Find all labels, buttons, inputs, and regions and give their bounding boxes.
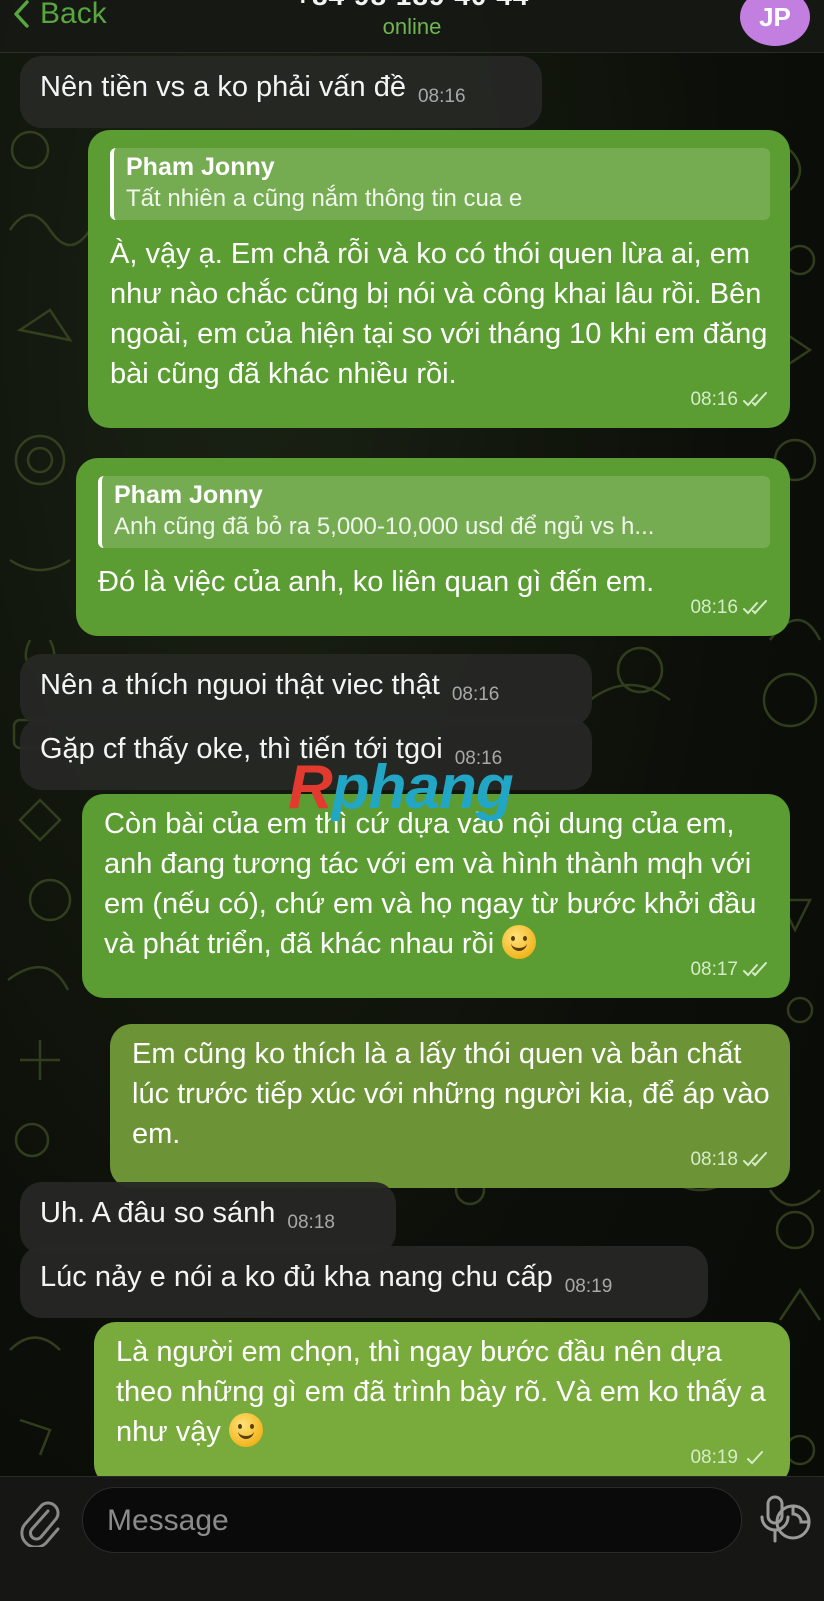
message-text: Đó là việc của anh, ko liên quan gì đến … — [98, 566, 655, 598]
contact-status: online — [382, 14, 442, 39]
message-time: 08:19 — [564, 1276, 613, 1297]
quote-author: Pham Jonny — [126, 153, 275, 181]
message-text: Nên a thích nguoi thật viec thật — [40, 669, 440, 701]
message-time: 08:18 — [287, 1212, 335, 1233]
paperclip-icon[interactable] — [18, 1497, 62, 1547]
message-meta: 08:18 — [690, 1140, 770, 1180]
message-text: À, vậy ạ. Em chả rỗi và ko có thói quen … — [110, 238, 768, 390]
microphone-icon[interactable] — [758, 1493, 792, 1545]
message-meta: 08:16 — [690, 588, 770, 628]
message-text: Em cũng ko thích là a lấy thói quen và b… — [132, 1038, 770, 1150]
message-text: Là người em chọn, thì ngay bước đầu nên … — [116, 1332, 770, 1452]
quote-author: Pham Jonny — [114, 481, 263, 509]
message-composer — [0, 1476, 824, 1601]
message-text: Còn bài của em thì cứ dựa vào nội dung c… — [104, 804, 770, 964]
watermark-part2: phang — [331, 753, 514, 822]
incoming-message[interactable]: Lúc nảy e nói a ko đủ kha nang chu cấp 08… — [20, 1246, 708, 1318]
double-check-icon — [743, 392, 767, 407]
quote-text: Tất nhiên a cũng nắm thông tin cua e — [126, 185, 523, 212]
message-time: 08:19 — [690, 1447, 738, 1468]
reply-quote[interactable]: Pham Jonny Tất nhiên a cũng nắm thông ti… — [110, 148, 770, 220]
message-time: 08:16 — [451, 684, 500, 705]
message-text-content: Là người em chọn, thì ngay bước đầu nên … — [116, 1336, 766, 1448]
outgoing-message[interactable]: Em cũng ko thích là a lấy thói quen và b… — [110, 1024, 790, 1188]
message-text: Lúc nảy e nói a ko đủ kha nang chu cấp — [40, 1261, 553, 1293]
message-meta: 08:19 — [690, 1438, 770, 1478]
message-text: Uh. A đâu so sánh — [40, 1197, 276, 1229]
double-check-icon — [743, 1152, 767, 1167]
message-time: 08:16 — [417, 86, 466, 107]
double-check-icon — [743, 962, 767, 977]
incoming-message[interactable]: Nên tiền vs a ko phải vấn đề 08:16 — [20, 56, 542, 128]
message-time: 08:16 — [690, 389, 738, 410]
message-text-content: Còn bài của em thì cứ dựa vào nội dung c… — [104, 808, 757, 960]
message-time: 08:16 — [690, 597, 738, 618]
incoming-message[interactable]: Uh. A đâu so sánh 08:18 — [20, 1182, 396, 1254]
message-meta: 08:16 — [690, 380, 770, 420]
double-check-icon — [743, 600, 767, 615]
slightly-smiling-face-emoji-icon — [228, 1413, 263, 1447]
back-label: Back — [40, 0, 107, 30]
outgoing-message[interactable]: Còn bài của em thì cứ dựa vào nội dung c… — [82, 794, 790, 998]
chevron-left-icon — [14, 0, 29, 28]
message-time: 08:17 — [690, 959, 738, 980]
outgoing-message[interactable]: Pham Jonny Anh cũng đã bỏ ra 5,000-10,00… — [76, 458, 790, 636]
back-button[interactable]: Back — [12, 0, 107, 34]
single-check-icon — [747, 1451, 763, 1465]
outgoing-message[interactable]: Pham Jonny Tất nhiên a cũng nắm thông ti… — [88, 130, 790, 428]
outgoing-message[interactable]: Là người em chọn, thì ngay bước đầu nên … — [94, 1322, 790, 1486]
message-meta: 08:17 — [690, 950, 770, 990]
incoming-message[interactable]: Nên a thích nguoi thật viec thật 08:16 — [20, 654, 592, 726]
message-text: Nên tiền vs a ko phải vấn đề — [40, 71, 406, 103]
message-input[interactable] — [105, 1500, 669, 1542]
watermark-part1: R — [288, 753, 333, 822]
watermark-logo: Rphang — [288, 752, 514, 823]
reply-quote[interactable]: Pham Jonny Anh cũng đã bỏ ra 5,000-10,00… — [98, 476, 770, 548]
message-time: 08:18 — [690, 1149, 738, 1170]
contact-title[interactable]: +84 98 189 40 44 — [250, 0, 574, 12]
quote-text: Anh cũng đã bỏ ra 5,000-10,000 usd để ng… — [114, 513, 655, 540]
avatar[interactable]: JP — [740, 0, 810, 46]
smiling-face-emoji-icon — [502, 925, 537, 959]
chat-header: Back +84 98 189 40 44 online JP — [0, 0, 824, 53]
message-input-container[interactable] — [82, 1487, 811, 1553]
